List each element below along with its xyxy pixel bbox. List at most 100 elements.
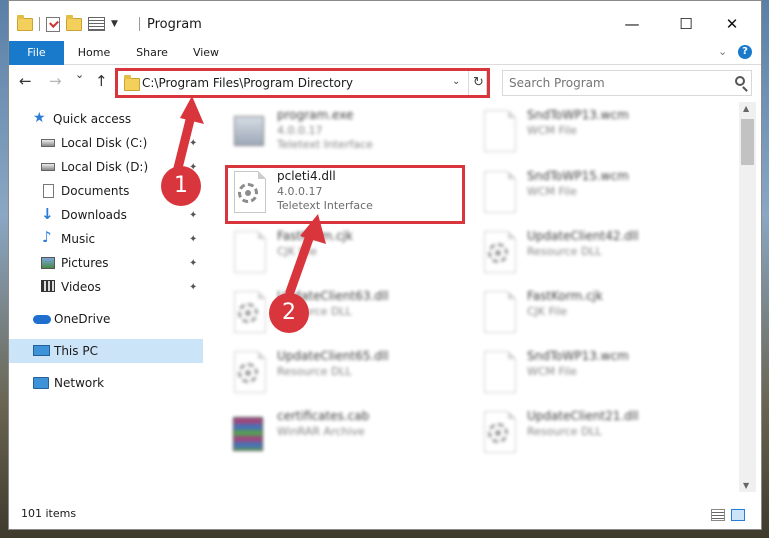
new-folder-icon[interactable] xyxy=(66,14,82,31)
navigation-pane: ★ Quick access Local Disk (C:) ✦ Local D… xyxy=(9,102,203,501)
pin-icon[interactable]: ✦ xyxy=(189,210,197,221)
sidebar-item-onedrive[interactable]: OneDrive xyxy=(9,307,203,331)
large-icons-view-icon[interactable] xyxy=(731,509,745,521)
file-type: WinRAR Archive xyxy=(277,425,365,438)
music-icon: ♪ xyxy=(42,228,52,246)
sidebar-item-videos[interactable]: Videos ✦ xyxy=(9,275,203,299)
folder-icon[interactable] xyxy=(17,14,33,31)
pin-icon[interactable]: ✦ xyxy=(189,138,197,149)
file-tile[interactable]: SndToWP13.wcm WCM File xyxy=(479,345,719,401)
sidebar-item-local-disk-c[interactable]: Local Disk (C:) ✦ xyxy=(9,131,203,155)
expand-ribbon-chevron-icon[interactable]: ⌄ xyxy=(718,45,727,58)
file-name: UpdateClient21.dll xyxy=(527,409,639,423)
file-tile[interactable]: UpdateClient42.dll Resource DLL xyxy=(479,225,719,281)
pin-icon[interactable]: ✦ xyxy=(189,234,197,245)
view-properties-icon[interactable] xyxy=(88,17,105,31)
drive-icon xyxy=(41,139,55,147)
file-name: UpdateClient42.dll xyxy=(527,229,639,243)
sidebar-item-downloads[interactable]: ↓ Downloads ✦ xyxy=(9,203,203,227)
dll-gear-icon xyxy=(479,409,519,457)
address-highlight-box xyxy=(115,68,490,98)
computer-icon xyxy=(33,345,50,356)
tab-home[interactable]: Home xyxy=(69,41,119,65)
tab-file[interactable]: File xyxy=(9,41,64,65)
quick-access-toolbar: ▼ xyxy=(17,14,118,33)
dll-gear-icon xyxy=(479,229,519,277)
search-icon[interactable] xyxy=(735,76,745,86)
onedrive-cloud-icon xyxy=(33,315,51,324)
sidebar-item-quick-access[interactable]: ★ Quick access xyxy=(9,107,203,131)
search-box[interactable] xyxy=(502,70,752,96)
file-type: WCM File xyxy=(527,185,577,198)
sidebar-item-music[interactable]: ♪ Music ✦ xyxy=(9,227,203,251)
file-tile[interactable]: SndToWP13.wcm WCM File xyxy=(479,104,719,160)
file-tile[interactable]: UpdateClient63.dll Resource DLL xyxy=(229,285,469,341)
file-tile[interactable]: FastKorm.cjk CJK File xyxy=(229,225,469,281)
pin-icon[interactable]: ✦ xyxy=(189,258,197,269)
sidebar-item-label: Documents xyxy=(61,184,130,198)
forward-arrow-icon[interactable]: → xyxy=(49,72,62,90)
file-type: Resource DLL xyxy=(527,245,602,258)
properties-check-icon[interactable] xyxy=(46,16,60,32)
file-tile[interactable]: program.exe 4.0.0.17 Teletext Interface xyxy=(229,104,469,160)
pin-icon[interactable]: ✦ xyxy=(189,282,197,293)
details-view-icon[interactable] xyxy=(711,509,725,521)
scroll-down-icon[interactable]: ▼ xyxy=(743,481,749,490)
star-icon: ★ xyxy=(33,110,46,126)
tab-share[interactable]: Share xyxy=(127,41,177,65)
pictures-icon xyxy=(41,257,55,269)
help-icon[interactable]: ? xyxy=(738,45,752,59)
file-name: certificates.cab xyxy=(277,409,370,423)
sidebar-item-label: Quick access xyxy=(53,112,132,126)
file-tile[interactable]: SndToWP15.wcm WCM File xyxy=(479,165,719,221)
item-count: 101 items xyxy=(21,507,77,520)
customize-toolbar-dropdown-icon[interactable]: ▼ xyxy=(111,19,118,29)
sidebar-item-label: This PC xyxy=(54,344,98,358)
file-name: SndToWP15.wcm xyxy=(527,169,629,183)
minimize-button[interactable]: — xyxy=(609,9,655,39)
sidebar-item-network[interactable]: Network xyxy=(9,371,203,395)
file-name: UpdateClient65.dll xyxy=(277,349,389,363)
dll-gear-icon xyxy=(229,289,269,337)
scroll-up-icon[interactable]: ▲ xyxy=(743,104,749,113)
annotation-badge-2: 2 xyxy=(269,293,309,333)
file-tile[interactable]: UpdateClient65.dll Resource DLL xyxy=(229,345,469,401)
sidebar-item-label: Videos xyxy=(61,280,101,294)
file-tile[interactable]: FastKorm.cjk CJK File xyxy=(479,285,719,341)
blank-file-icon xyxy=(479,108,519,156)
file-version: 4.0.0.17 xyxy=(277,124,323,137)
file-type: Resource DLL xyxy=(527,425,602,438)
annotation-badge-1: 1 xyxy=(161,166,201,206)
archive-icon xyxy=(229,409,269,457)
file-highlight-box xyxy=(225,165,465,224)
vertical-scrollbar[interactable]: ▲ ▼ xyxy=(739,102,756,492)
downloads-icon: ↓ xyxy=(41,205,54,223)
blank-file-icon xyxy=(479,169,519,217)
tab-view[interactable]: View xyxy=(183,41,229,65)
file-tile[interactable]: certificates.cab WinRAR Archive xyxy=(229,405,469,461)
back-arrow-icon[interactable]: ← xyxy=(19,72,32,90)
up-arrow-icon[interactable]: ↑ xyxy=(95,72,108,90)
file-description: Teletext Interface xyxy=(277,138,373,151)
scroll-thumb[interactable] xyxy=(741,119,754,165)
file-name: SndToWP13.wcm xyxy=(527,108,629,122)
blank-file-icon xyxy=(479,349,519,397)
sidebar-item-label: Local Disk (C:) xyxy=(61,136,148,150)
file-type: Resource DLL xyxy=(277,365,352,378)
close-button[interactable]: ✕ xyxy=(709,9,755,39)
status-bar: 101 items xyxy=(9,501,761,529)
search-input[interactable] xyxy=(503,71,713,95)
file-type: CJK File xyxy=(527,305,568,318)
sidebar-item-label: Downloads xyxy=(61,208,127,222)
recent-locations-chevron-icon[interactable]: ⌄ xyxy=(75,68,84,81)
file-tile[interactable]: UpdateClient21.dll Resource DLL xyxy=(479,405,719,461)
file-name: program.exe xyxy=(277,108,354,122)
file-name: FastKorm.cjk xyxy=(277,229,353,243)
videos-icon xyxy=(41,280,55,292)
drive-icon xyxy=(41,163,55,171)
sidebar-item-this-pc[interactable]: This PC xyxy=(9,339,203,363)
sidebar-item-pictures[interactable]: Pictures ✦ xyxy=(9,251,203,275)
blank-file-icon xyxy=(479,289,519,337)
toolbar-separator xyxy=(39,17,40,31)
maximize-button[interactable]: ☐ xyxy=(663,9,709,39)
